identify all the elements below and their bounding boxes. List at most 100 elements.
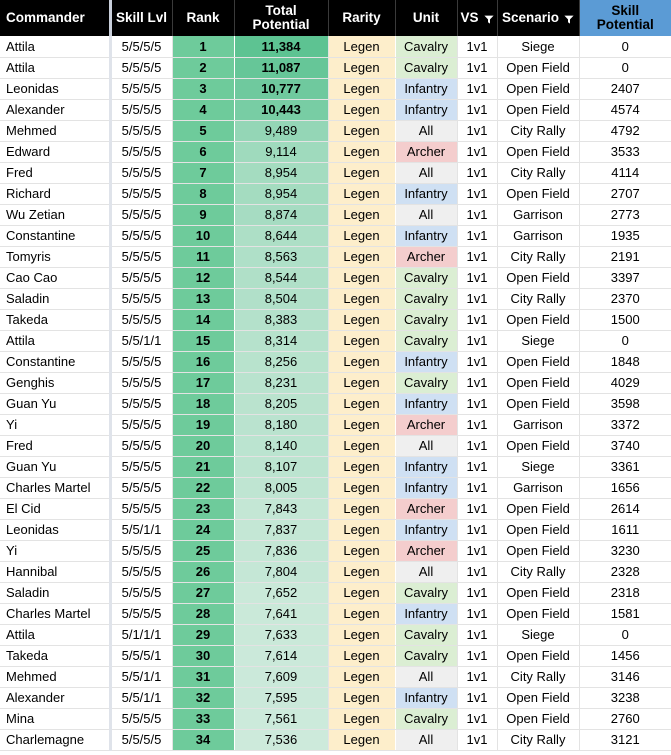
- cell-skill-level[interactable]: 5/5/5/5: [110, 288, 173, 310]
- cell-commander[interactable]: Takeda: [0, 309, 112, 331]
- cell-skill-level[interactable]: 5/5/5/5: [110, 456, 173, 478]
- cell-total-potential[interactable]: 7,561: [234, 708, 329, 730]
- cell-skill-level[interactable]: 5/5/5/5: [110, 267, 173, 289]
- cell-scenario[interactable]: City Rally: [497, 162, 580, 184]
- cell-unit[interactable]: Archer: [395, 540, 458, 562]
- cell-vs[interactable]: 1v1: [457, 645, 498, 667]
- cell-vs[interactable]: 1v1: [457, 540, 498, 562]
- cell-skill-level[interactable]: 5/5/5/5: [110, 498, 173, 520]
- cell-total-potential[interactable]: 8,954: [234, 162, 329, 184]
- cell-vs[interactable]: 1v1: [457, 477, 498, 499]
- cell-rank[interactable]: 7: [172, 162, 235, 184]
- cell-skill-potential[interactable]: 2318: [579, 582, 671, 604]
- cell-scenario[interactable]: Siege: [497, 36, 580, 58]
- cell-skill-level[interactable]: 5/5/5/5: [110, 414, 173, 436]
- cell-total-potential[interactable]: 7,595: [234, 687, 329, 709]
- cell-skill-level[interactable]: 5/5/5/5: [110, 393, 173, 415]
- cell-commander[interactable]: Attila: [0, 57, 112, 79]
- cell-skill-potential[interactable]: 2370: [579, 288, 671, 310]
- cell-skill-potential[interactable]: 1500: [579, 309, 671, 331]
- cell-scenario[interactable]: Siege: [497, 456, 580, 478]
- cell-rarity[interactable]: Legen: [328, 729, 396, 751]
- cell-unit[interactable]: Infantry: [395, 456, 458, 478]
- cell-scenario[interactable]: Siege: [497, 330, 580, 352]
- cell-skill-potential[interactable]: 3230: [579, 540, 671, 562]
- cell-skill-level[interactable]: 5/5/5/5: [110, 351, 173, 373]
- cell-vs[interactable]: 1v1: [457, 288, 498, 310]
- cell-scenario[interactable]: Open Field: [497, 708, 580, 730]
- column-header-skill-lvl[interactable]: Skill Lvl: [110, 0, 173, 36]
- cell-scenario[interactable]: Open Field: [497, 78, 580, 100]
- column-header-vs[interactable]: VS: [457, 0, 498, 36]
- cell-unit[interactable]: All: [395, 729, 458, 751]
- cell-commander[interactable]: Charles Martel: [0, 603, 112, 625]
- cell-commander[interactable]: Attila: [0, 624, 112, 646]
- cell-skill-potential[interactable]: 2614: [579, 498, 671, 520]
- cell-commander[interactable]: Constantine: [0, 351, 112, 373]
- cell-commander[interactable]: Charlemagne: [0, 729, 112, 751]
- cell-rarity[interactable]: Legen: [328, 435, 396, 457]
- cell-skill-potential[interactable]: 3121: [579, 729, 671, 751]
- cell-rarity[interactable]: Legen: [328, 372, 396, 394]
- cell-scenario[interactable]: Garrison: [497, 414, 580, 436]
- cell-rank[interactable]: 14: [172, 309, 235, 331]
- cell-rank[interactable]: 23: [172, 498, 235, 520]
- cell-rarity[interactable]: Legen: [328, 624, 396, 646]
- cell-rank[interactable]: 13: [172, 288, 235, 310]
- cell-skill-potential[interactable]: 2707: [579, 183, 671, 205]
- cell-total-potential[interactable]: 8,256: [234, 351, 329, 373]
- cell-skill-level[interactable]: 5/5/1/1: [110, 330, 173, 352]
- cell-total-potential[interactable]: 8,231: [234, 372, 329, 394]
- cell-skill-level[interactable]: 5/5/5/5: [110, 372, 173, 394]
- cell-unit[interactable]: Infantry: [395, 78, 458, 100]
- cell-total-potential[interactable]: 8,544: [234, 267, 329, 289]
- cell-scenario[interactable]: Open Field: [497, 540, 580, 562]
- cell-total-potential[interactable]: 11,384: [234, 36, 329, 58]
- filter-icon[interactable]: [564, 13, 574, 25]
- cell-rank[interactable]: 33: [172, 708, 235, 730]
- cell-skill-level[interactable]: 5/5/5/5: [110, 162, 173, 184]
- cell-rarity[interactable]: Legen: [328, 36, 396, 58]
- cell-rarity[interactable]: Legen: [328, 99, 396, 121]
- cell-scenario[interactable]: Open Field: [497, 603, 580, 625]
- column-header-total-potential[interactable]: Total Potential: [234, 0, 329, 36]
- cell-total-potential[interactable]: 8,644: [234, 225, 329, 247]
- cell-vs[interactable]: 1v1: [457, 708, 498, 730]
- cell-unit[interactable]: Cavalry: [395, 288, 458, 310]
- cell-total-potential[interactable]: 8,180: [234, 414, 329, 436]
- cell-commander[interactable]: Wu Zetian: [0, 204, 112, 226]
- cell-rarity[interactable]: Legen: [328, 162, 396, 184]
- cell-rank[interactable]: 27: [172, 582, 235, 604]
- cell-unit[interactable]: Cavalry: [395, 582, 458, 604]
- cell-unit[interactable]: Cavalry: [395, 267, 458, 289]
- cell-total-potential[interactable]: 10,443: [234, 99, 329, 121]
- cell-rarity[interactable]: Legen: [328, 582, 396, 604]
- cell-rank[interactable]: 28: [172, 603, 235, 625]
- cell-skill-level[interactable]: 5/5/5/5: [110, 477, 173, 499]
- cell-rarity[interactable]: Legen: [328, 540, 396, 562]
- cell-commander[interactable]: Fred: [0, 162, 112, 184]
- cell-skill-level[interactable]: 5/5/5/5: [110, 57, 173, 79]
- cell-vs[interactable]: 1v1: [457, 393, 498, 415]
- cell-scenario[interactable]: Open Field: [497, 372, 580, 394]
- cell-rank[interactable]: 19: [172, 414, 235, 436]
- cell-rarity[interactable]: Legen: [328, 666, 396, 688]
- cell-scenario[interactable]: City Rally: [497, 120, 580, 142]
- cell-unit[interactable]: Infantry: [395, 393, 458, 415]
- cell-scenario[interactable]: Open Field: [497, 57, 580, 79]
- cell-skill-level[interactable]: 5/5/5/5: [110, 183, 173, 205]
- cell-rarity[interactable]: Legen: [328, 309, 396, 331]
- cell-total-potential[interactable]: 7,804: [234, 561, 329, 583]
- cell-skill-potential[interactable]: 1581: [579, 603, 671, 625]
- cell-skill-potential[interactable]: 3372: [579, 414, 671, 436]
- cell-total-potential[interactable]: 7,633: [234, 624, 329, 646]
- cell-unit[interactable]: Infantry: [395, 99, 458, 121]
- cell-rarity[interactable]: Legen: [328, 498, 396, 520]
- cell-unit[interactable]: Cavalry: [395, 330, 458, 352]
- cell-unit[interactable]: Archer: [395, 141, 458, 163]
- cell-scenario[interactable]: Garrison: [497, 225, 580, 247]
- cell-unit[interactable]: Infantry: [395, 519, 458, 541]
- cell-vs[interactable]: 1v1: [457, 372, 498, 394]
- cell-skill-level[interactable]: 5/5/5/5: [110, 120, 173, 142]
- cell-skill-level[interactable]: 5/5/5/5: [110, 99, 173, 121]
